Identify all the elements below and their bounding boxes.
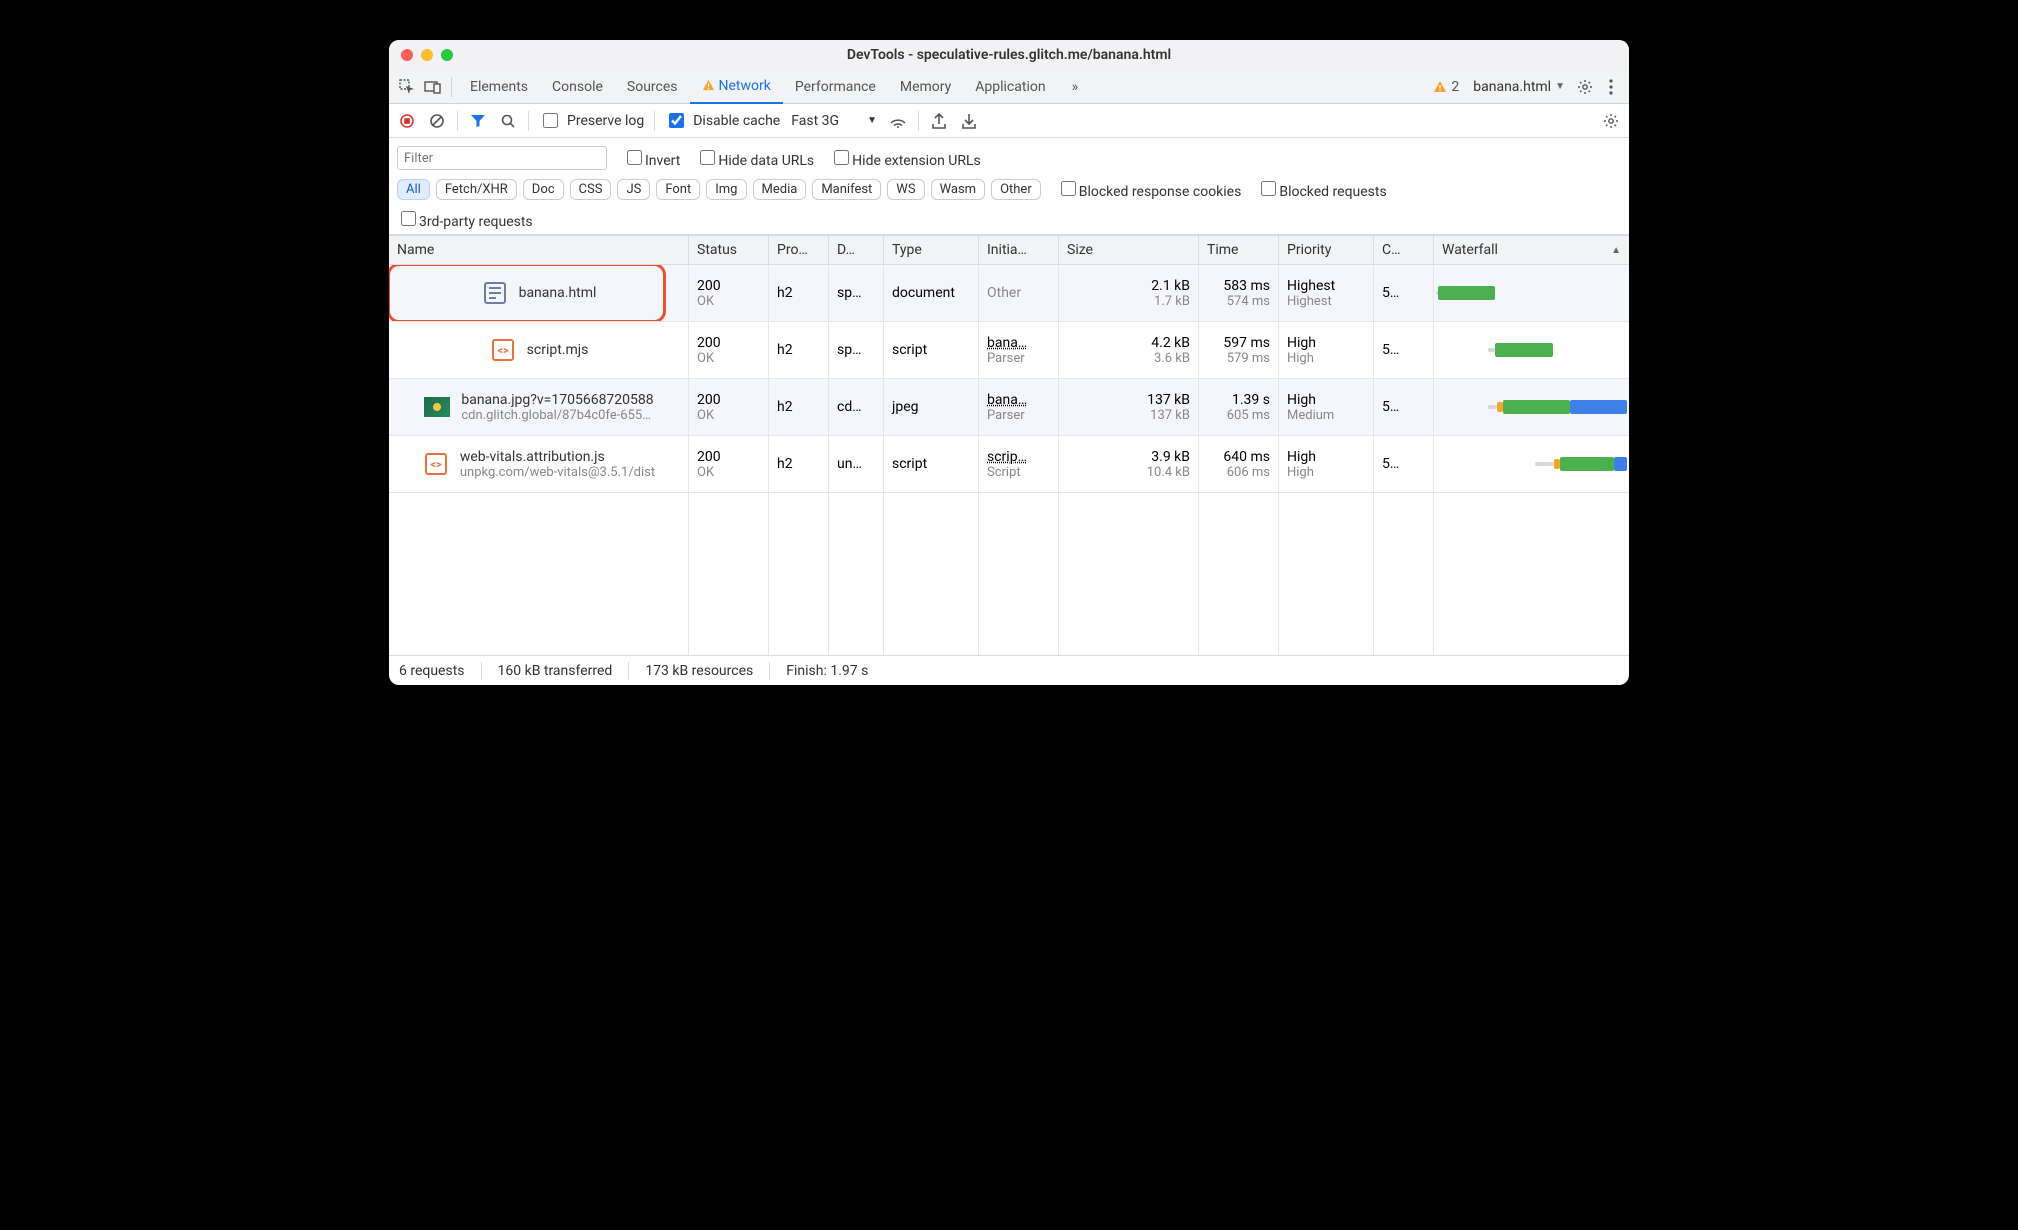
blocked-cookies-checkbox[interactable]: Blocked response cookies xyxy=(1057,178,1242,200)
table-row[interactable]: banana.jpg?v=1705668720588cdn.glitch.glo… xyxy=(389,379,1629,436)
table-row[interactable]: banana.html200OKh2sp…documentOther2.1 kB… xyxy=(389,265,1629,322)
kebab-menu-icon[interactable] xyxy=(1599,75,1623,99)
col-domain[interactable]: D… xyxy=(829,236,884,264)
js-resource-icon: <> xyxy=(489,336,517,364)
img-resource-icon xyxy=(423,393,451,421)
col-protocol[interactable]: Pro… xyxy=(769,236,829,264)
inspect-icon[interactable] xyxy=(395,75,419,99)
status-finish: Finish: 1.97 s xyxy=(786,663,868,679)
record-button[interactable] xyxy=(397,111,417,131)
disable-cache-checkbox[interactable]: Disable cache xyxy=(665,110,780,131)
close-icon[interactable] xyxy=(401,49,413,61)
gear-icon[interactable] xyxy=(1573,75,1597,99)
invert-checkbox[interactable]: Invert xyxy=(623,147,680,169)
type-chip-img[interactable]: Img xyxy=(706,179,746,200)
waterfall-bar xyxy=(1436,440,1627,488)
type-chip-font[interactable]: Font xyxy=(656,179,700,200)
network-grid: Name Status Pro… D… Type Initia… Size Ti… xyxy=(389,235,1629,655)
col-name[interactable]: Name xyxy=(389,236,689,264)
waterfall-bar xyxy=(1436,269,1627,317)
search-icon[interactable] xyxy=(498,111,518,131)
svg-text:<>: <> xyxy=(497,344,509,357)
waterfall-bar xyxy=(1436,383,1627,431)
col-connection[interactable]: C… xyxy=(1374,236,1434,264)
type-chip-manifest[interactable]: Manifest xyxy=(812,179,881,200)
status-transferred: 160 kB transferred xyxy=(498,663,613,679)
separator xyxy=(528,111,529,131)
filter-icon[interactable] xyxy=(468,111,488,131)
grid-header: Name Status Pro… D… Type Initia… Size Ti… xyxy=(389,235,1629,265)
waterfall-bar xyxy=(1436,326,1627,374)
issues-count: 2 xyxy=(1451,79,1459,95)
window-title: DevTools - speculative-rules.glitch.me/b… xyxy=(389,47,1629,63)
js-resource-icon: <> xyxy=(422,450,450,478)
import-har-icon[interactable] xyxy=(959,111,979,131)
tab-elements[interactable]: Elements xyxy=(458,70,540,104)
separator xyxy=(457,111,458,131)
tab-sources[interactable]: Sources xyxy=(615,70,690,104)
devtools-window: DevTools - speculative-rules.glitch.me/b… xyxy=(389,40,1629,685)
export-har-icon[interactable] xyxy=(929,111,949,131)
status-requests: 6 requests xyxy=(399,663,465,679)
tab-console[interactable]: Console xyxy=(540,70,615,104)
svg-text:<>: <> xyxy=(430,458,442,471)
tab-application[interactable]: Application xyxy=(963,70,1057,104)
tabs-overflow-button[interactable]: » xyxy=(1060,70,1091,104)
minimize-icon[interactable] xyxy=(421,49,433,61)
preserve-log-checkbox[interactable]: Preserve log xyxy=(539,110,644,131)
network-conditions-icon[interactable] xyxy=(888,111,908,131)
col-time[interactable]: Time xyxy=(1199,236,1279,264)
tab-performance[interactable]: Performance xyxy=(783,70,888,104)
type-chip-css[interactable]: CSS xyxy=(570,179,612,200)
table-row[interactable]: <>web-vitals.attribution.jsunpkg.com/web… xyxy=(389,436,1629,493)
col-size[interactable]: Size xyxy=(1059,236,1199,264)
status-bar: 6 requests 160 kB transferred 173 kB res… xyxy=(389,655,1629,685)
type-chip-ws[interactable]: WS xyxy=(887,179,924,200)
col-waterfall[interactable]: Waterfall▲ xyxy=(1434,236,1629,264)
table-row[interactable]: <>script.mjs200OKh2sp…scriptbana…Parser4… xyxy=(389,322,1629,379)
hide-data-urls-checkbox[interactable]: Hide data URLs xyxy=(696,147,814,169)
type-chip-all[interactable]: All xyxy=(397,179,430,200)
third-party-checkbox[interactable]: 3rd-party requests xyxy=(397,208,533,230)
col-status[interactable]: Status xyxy=(689,236,769,264)
hide-extension-urls-checkbox[interactable]: Hide extension URLs xyxy=(830,147,981,169)
throttling-select[interactable]: Fast 3G ▼ xyxy=(790,112,878,130)
type-chip-doc[interactable]: Doc xyxy=(523,179,564,200)
filter-bar: Invert Hide data URLs Hide extension URL… xyxy=(389,138,1629,235)
separator xyxy=(918,111,919,131)
clear-button[interactable] xyxy=(427,111,447,131)
chevron-down-icon: ▼ xyxy=(867,115,877,126)
blocked-requests-checkbox[interactable]: Blocked requests xyxy=(1257,178,1386,200)
status-resources: 173 kB resources xyxy=(645,663,753,679)
target-context-selector[interactable]: banana.html ▼ xyxy=(1467,79,1571,95)
network-toolbar: Preserve log Disable cache Fast 3G ▼ xyxy=(389,104,1629,138)
type-chip-fetchxhr[interactable]: Fetch/XHR xyxy=(436,179,517,200)
col-initiator[interactable]: Initia… xyxy=(979,236,1059,264)
tab-network[interactable]: Network xyxy=(690,70,783,104)
titlebar: DevTools - speculative-rules.glitch.me/b… xyxy=(389,40,1629,70)
panel-tabs: ElementsConsoleSourcesNetworkPerformance… xyxy=(389,70,1629,104)
filter-input[interactable] xyxy=(397,146,607,170)
type-chip-other[interactable]: Other xyxy=(991,179,1041,200)
zoom-icon[interactable] xyxy=(441,49,453,61)
separator xyxy=(654,111,655,131)
chevron-down-icon: ▼ xyxy=(1555,81,1565,92)
tab-memory[interactable]: Memory xyxy=(888,70,963,104)
type-chip-js[interactable]: JS xyxy=(617,179,650,200)
type-chip-wasm[interactable]: Wasm xyxy=(931,179,986,200)
col-priority[interactable]: Priority xyxy=(1279,236,1374,264)
type-chip-media[interactable]: Media xyxy=(753,179,807,200)
device-toolbar-icon[interactable] xyxy=(421,75,445,99)
sort-indicator-icon: ▲ xyxy=(1611,245,1621,256)
col-type[interactable]: Type xyxy=(884,236,979,264)
issues-warning-badge[interactable]: 2 xyxy=(1427,79,1465,95)
traffic-lights xyxy=(401,49,453,61)
separator xyxy=(451,77,452,97)
resource-type-filter: All Fetch/XHR Doc CSSJS Font Img MediaManifest… xyxy=(397,179,1041,200)
doc-resource-icon xyxy=(481,279,509,307)
gear-icon[interactable] xyxy=(1601,111,1621,131)
